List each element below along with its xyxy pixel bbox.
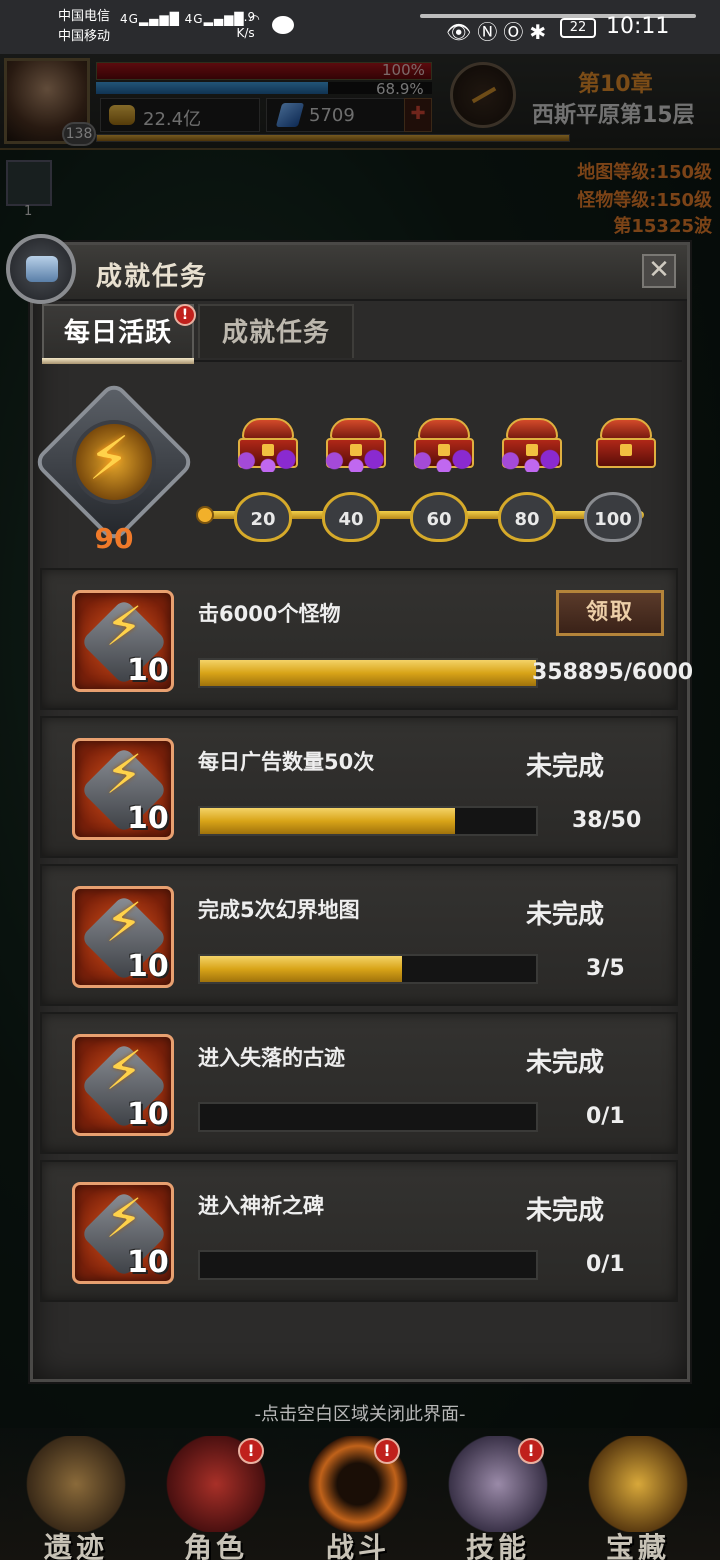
treasure-icon (588, 1436, 688, 1532)
task-title: 每日广告数量50次 (198, 750, 375, 774)
task-progress-text: 38/50 (572, 808, 642, 833)
network-speed: 5.9 K/s (236, 9, 255, 41)
reward-chest-60[interactable] (408, 418, 480, 472)
close-hint: -点击空白区域关闭此界面- (254, 1404, 466, 1425)
lightning-icon: ⚡ (105, 595, 143, 658)
battery-icon: 22 (560, 18, 596, 38)
task-progress-fill (200, 808, 456, 834)
reward-chest-40[interactable] (320, 418, 392, 472)
close-button[interactable]: ✕ (642, 254, 676, 288)
active-tab-indicator (42, 358, 194, 364)
activity-points-icon: ⚡ 10 (72, 590, 174, 692)
task-row: ⚡ 10 完成5次幻界地图 未完成 3/5 (40, 864, 678, 1006)
status-icons: 👁ⓃⓄ✱ (446, 20, 553, 44)
tab-daily-activity[interactable]: 每日活跃 (42, 304, 194, 358)
activity-points-icon: ⚡ 10 (72, 1182, 174, 1284)
activity-score: 90 (94, 522, 134, 555)
task-row: ⚡ 10 每日广告数量50次 未完成 38/50 (40, 716, 678, 858)
task-progress-bar (198, 1102, 538, 1132)
nav-alert-badge: ! (374, 1438, 400, 1464)
nav-ruins[interactable]: 遗迹 (16, 1430, 136, 1560)
lightning-icon: ⚡ (105, 891, 143, 954)
ruins-icon (26, 1436, 126, 1532)
clock: 10:11 (606, 14, 670, 39)
nav-label: 技能 (465, 1531, 530, 1560)
task-progress-text: 0/1 (586, 1104, 625, 1129)
task-row: ⚡ 10 击6000个怪物 领取 358895/6000 (40, 568, 693, 710)
task-progress-text: 358895/6000 (532, 660, 694, 685)
lightning-icon: ⚡ (105, 1187, 143, 1250)
task-progress-fill (200, 956, 402, 982)
milestone-node-20: 20 (234, 492, 292, 542)
nav-label: 战斗 (325, 1531, 390, 1560)
speed-unit: K/s (236, 26, 255, 40)
task-row: ⚡ 10 进入神祈之碑 未完成 0/1 (40, 1160, 678, 1302)
lightning-icon: ⚡ (105, 743, 143, 806)
reward-chest-20[interactable] (232, 418, 304, 472)
task-progress-bar (198, 806, 538, 836)
task-progress-text: 0/1 (586, 1252, 625, 1277)
carrier-labels: 中国电信 中国移动 (58, 7, 110, 47)
nav-alert-badge: ! (238, 1438, 264, 1464)
task-points: 10 (127, 801, 169, 836)
task-progress-bar (198, 658, 538, 688)
nav-label: 角色 (183, 1531, 248, 1560)
tab-alert-badge: ! (174, 304, 196, 326)
activity-points-icon: ⚡ 10 (72, 738, 174, 840)
panel-title: 成就任务 (96, 262, 209, 292)
task-title: 击6000个怪物 (198, 602, 341, 626)
panel-emblem-icon (6, 234, 76, 304)
nav-alert-badge: ! (518, 1438, 544, 1464)
task-title: 进入失落的古迹 (198, 1046, 345, 1070)
nav-label: 遗迹 (43, 1531, 108, 1560)
task-points: 10 (127, 1245, 169, 1280)
task-status: 未完成 (526, 752, 605, 782)
lightning-icon: ⚡ (105, 1039, 143, 1102)
task-progress-bar (198, 1250, 538, 1280)
carrier-2: 中国移动 (58, 29, 111, 44)
task-points: 10 (127, 949, 169, 984)
task-progress-fill (200, 660, 536, 686)
task-title: 完成5次幻界地图 (198, 898, 360, 922)
lightning-icon: ⚡ (88, 424, 131, 494)
claim-button[interactable]: 领取 (556, 590, 664, 636)
task-progress-bar (198, 954, 538, 984)
task-status: 未完成 (526, 1196, 605, 1226)
milestone-node-100: 100 (584, 492, 642, 542)
activity-points-icon: ⚡ 10 (72, 886, 174, 988)
carrier-1: 中国电信 (58, 9, 111, 24)
reward-chest-100[interactable] (596, 418, 656, 472)
activity-points-icon: ⚡ 10 (72, 1034, 174, 1136)
task-title: 进入神祈之碑 (198, 1194, 324, 1218)
reward-chest-80[interactable] (496, 418, 568, 472)
task-points: 10 (127, 653, 169, 688)
task-status: 未完成 (526, 900, 605, 930)
task-status: 未完成 (526, 1048, 605, 1078)
task-row: ⚡ 10 进入失落的古迹 未完成 0/1 (40, 1012, 678, 1154)
milestone-node-80: 80 (498, 492, 556, 542)
tab-bar: 每日活跃 成就任务 (42, 304, 682, 364)
wechat-icon (272, 16, 294, 34)
nav-treasure[interactable]: 宝藏 (578, 1430, 698, 1560)
milestone-node-40: 40 (322, 492, 380, 542)
milestone-node-60: 60 (410, 492, 468, 542)
task-progress-text: 3/5 (586, 956, 625, 981)
activity-track-start (196, 506, 214, 524)
tab-achievements[interactable]: 成就任务 (198, 304, 354, 358)
nav-label: 宝藏 (605, 1531, 670, 1560)
nav-battle[interactable]: 战斗 (298, 1430, 418, 1560)
speed-value: 5.9 (236, 10, 256, 24)
task-points: 10 (127, 1097, 169, 1132)
